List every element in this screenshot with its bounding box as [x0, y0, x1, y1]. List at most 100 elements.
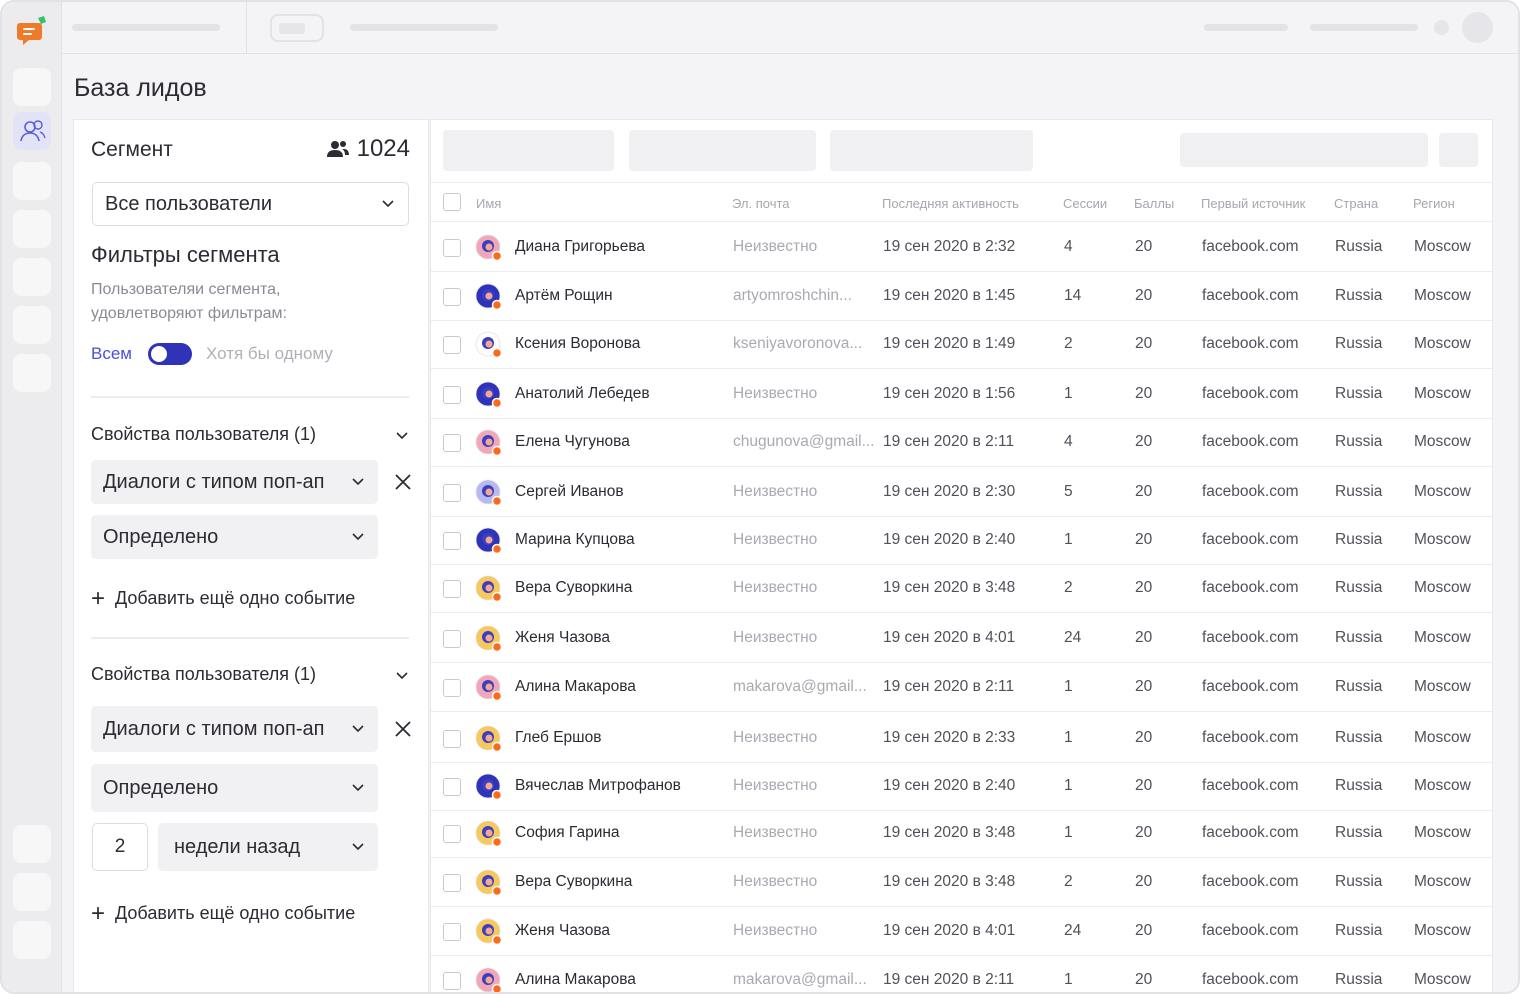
avatar[interactable] [475, 918, 503, 946]
row-checkbox[interactable] [443, 971, 461, 990]
row-checkbox[interactable] [443, 483, 461, 502]
table-row[interactable]: Глеб Ершов Неизвестно 19 сен 2020 в 2:33 1 2… [431, 714, 1492, 763]
mode-any-label[interactable]: Хотя бы одному [206, 344, 333, 364]
avatar[interactable] [475, 527, 503, 555]
avatar[interactable] [475, 381, 503, 409]
rail-nav-item[interactable] [13, 68, 51, 106]
row-checkbox[interactable] [443, 335, 461, 354]
rail-nav-item[interactable] [13, 825, 51, 863]
column-header[interactable]: Имя [476, 196, 501, 211]
avatar[interactable] [475, 725, 503, 753]
lead-name[interactable]: Ксения Воронова [515, 335, 725, 353]
lead-name[interactable]: Елена Чугунова [515, 433, 725, 451]
column-header[interactable]: Баллы [1134, 196, 1174, 211]
column-header[interactable]: Сессии [1063, 196, 1107, 211]
toolbar-placeholder[interactable] [443, 130, 614, 171]
column-header[interactable]: Регион [1413, 196, 1455, 211]
rail-nav-users[interactable] [13, 112, 51, 150]
table-row[interactable]: Женя Чазова Неизвестно 19 сен 2020 в 4:01 2… [431, 614, 1492, 663]
add-event-button[interactable]: + Добавить ещё одно событие [91, 586, 355, 610]
toolbar-placeholder[interactable] [1180, 133, 1428, 167]
row-checkbox[interactable] [443, 238, 461, 257]
row-checkbox[interactable] [443, 579, 461, 598]
chat-bubble-logo-icon[interactable] [16, 14, 50, 48]
lead-name[interactable]: Вячеслав Митрофанов [515, 777, 725, 795]
avatar[interactable] [475, 625, 503, 653]
row-checkbox[interactable] [443, 385, 461, 404]
avatar[interactable] [475, 479, 503, 507]
row-checkbox[interactable] [443, 433, 461, 452]
avatar[interactable] [475, 234, 503, 262]
lead-name[interactable]: Сергей Иванов [515, 483, 725, 501]
lead-name[interactable]: Вера Суворкина [515, 579, 725, 597]
filter-mode-toggle[interactable] [147, 343, 192, 365]
lead-name[interactable]: Женя Чазова [515, 922, 725, 940]
table-row[interactable]: Елена Чугунова chugunova@gmail... 19 сен 2… [431, 418, 1492, 467]
row-checkbox[interactable] [443, 629, 461, 648]
toolbar-placeholder[interactable] [1439, 133, 1478, 167]
period-number-input[interactable]: 2 [92, 823, 148, 871]
segment-select[interactable]: Все пользователи [92, 182, 409, 226]
lead-name[interactable]: Диана Григорьева [515, 238, 725, 256]
lead-name[interactable]: Алина Макарова [515, 678, 725, 696]
lead-name[interactable]: София Гарина [515, 824, 725, 842]
table-row[interactable]: Вячеслав Митрофанов Неизвестно 19 сен 2020… [431, 762, 1492, 811]
avatar[interactable] [475, 820, 503, 848]
table-row[interactable]: Артём Рощин artyomroshchin... 19 сен 2020 … [431, 272, 1492, 321]
rail-nav-item[interactable] [13, 258, 51, 296]
lead-name[interactable]: Марина Купцова [515, 531, 725, 549]
row-checkbox[interactable] [443, 922, 461, 941]
lead-name[interactable]: Анатолий Лебедев [515, 385, 725, 403]
close-icon[interactable] [394, 720, 412, 738]
avatar[interactable] [475, 773, 503, 801]
toolbar-placeholder[interactable] [830, 130, 1033, 171]
period-select[interactable]: недели назад [158, 823, 378, 871]
row-checkbox[interactable] [443, 729, 461, 748]
close-icon[interactable] [394, 473, 412, 491]
column-header[interactable]: Страна [1334, 196, 1378, 211]
chevron-down-icon[interactable] [396, 432, 408, 440]
row-checkbox[interactable] [443, 287, 461, 306]
table-row[interactable]: Алина Макарова makarova@gmail... 19 сен 20… [431, 663, 1492, 712]
table-row[interactable]: Вера Суворкина Неизвестно 19 сен 2020 в 3:… [431, 564, 1492, 613]
table-row[interactable]: Алина Макарова makarova@gmail... 19 сен 20… [431, 956, 1492, 992]
rail-nav-item[interactable] [13, 210, 51, 248]
row-checkbox[interactable] [443, 777, 461, 796]
add-event-button[interactable]: + Добавить ещё одно событие [91, 901, 355, 925]
row-checkbox[interactable] [443, 678, 461, 697]
row-checkbox[interactable] [443, 824, 461, 843]
avatar[interactable] [475, 575, 503, 603]
table-row[interactable]: Анатолий Лебедев Неизвестно 19 сен 2020 в … [431, 370, 1492, 419]
avatar[interactable] [475, 331, 503, 359]
lead-name[interactable]: Глеб Ершов [515, 729, 725, 747]
filter-group-title[interactable]: Свойства пользователя (1) [91, 664, 316, 685]
column-header[interactable]: Первый источник [1201, 196, 1305, 211]
row-checkbox[interactable] [443, 873, 461, 892]
condition-select[interactable]: Определено [91, 764, 378, 812]
user-avatar[interactable] [1462, 12, 1493, 43]
chevron-down-icon[interactable] [396, 672, 408, 680]
row-checkbox[interactable] [443, 531, 461, 550]
event-select[interactable]: Диалоги с типом поп-ап [91, 706, 378, 752]
mode-all-label[interactable]: Всем [91, 344, 132, 364]
condition-select[interactable]: Определено [91, 515, 378, 559]
toolbar-placeholder[interactable] [629, 130, 816, 171]
lead-name[interactable]: Женя Чазова [515, 629, 725, 647]
rail-nav-item[interactable] [13, 921, 51, 959]
table-row[interactable]: Ксения Воронова kseniyavoronova... 19 сен … [431, 320, 1492, 369]
avatar[interactable] [475, 283, 503, 311]
column-header[interactable]: Последняя активность [882, 196, 1019, 211]
table-row[interactable]: Диана Григорьева Неизвестно 19 сен 2020 в … [431, 223, 1492, 272]
table-row[interactable]: Женя Чазова Неизвестно 19 сен 2020 в 4:01 2… [431, 907, 1492, 956]
lead-name[interactable]: Алина Макарова [515, 971, 725, 989]
lead-name[interactable]: Вера Суворкина [515, 873, 725, 891]
select-all-checkbox[interactable] [443, 193, 461, 211]
rail-nav-item[interactable] [13, 162, 51, 200]
avatar[interactable] [475, 674, 503, 702]
rail-nav-item[interactable] [13, 306, 51, 344]
top-toggle-placeholder[interactable] [270, 14, 324, 42]
filter-group-title[interactable]: Свойства пользователя (1) [91, 424, 316, 445]
notification-dot[interactable] [1434, 20, 1449, 35]
avatar[interactable] [475, 869, 503, 897]
table-row[interactable]: Марина Купцова Неизвестно 19 сен 2020 в 2:… [431, 516, 1492, 565]
